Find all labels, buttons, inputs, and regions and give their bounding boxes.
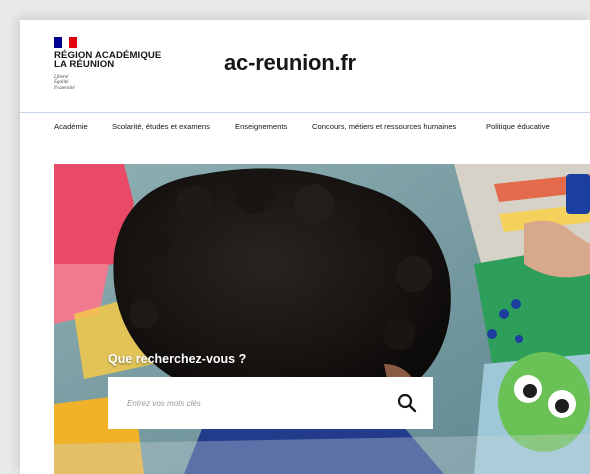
nav-item-concours[interactable]: Concours, métiers et ressources humaines bbox=[312, 122, 456, 131]
search-icon bbox=[397, 393, 417, 413]
page: RÉGION ACADÉMIQUE LA RÉUNION Liberté Éga… bbox=[20, 20, 590, 474]
logo-name-line2: LA RÉUNION bbox=[54, 59, 115, 70]
search-button[interactable] bbox=[396, 392, 418, 414]
logo-motto: Liberté Égalité Fraternité bbox=[54, 75, 75, 91]
nav-item-scolarite[interactable]: Scolarité, études et examens bbox=[112, 122, 210, 131]
french-flag-icon bbox=[54, 37, 78, 48]
main-navigation: Académie Scolarité, études et examens En… bbox=[20, 113, 590, 143]
site-title[interactable]: ac-reunion.fr bbox=[224, 50, 356, 76]
site-header: RÉGION ACADÉMIQUE LA RÉUNION Liberté Éga… bbox=[20, 20, 590, 113]
nav-item-politique-educative[interactable]: Politique éducative bbox=[486, 122, 550, 131]
search-label: Que recherchez-vous ? bbox=[108, 352, 247, 366]
nav-item-enseignements[interactable]: Enseignements bbox=[235, 122, 287, 131]
logo-region-academique[interactable]: RÉGION ACADÉMIQUE LA RÉUNION Liberté Éga… bbox=[54, 37, 204, 107]
hero-banner: Que recherchez-vous ? bbox=[54, 164, 590, 474]
nav-item-academie[interactable]: Académie bbox=[54, 122, 88, 131]
search-box bbox=[108, 377, 433, 429]
search-input[interactable] bbox=[108, 377, 378, 429]
